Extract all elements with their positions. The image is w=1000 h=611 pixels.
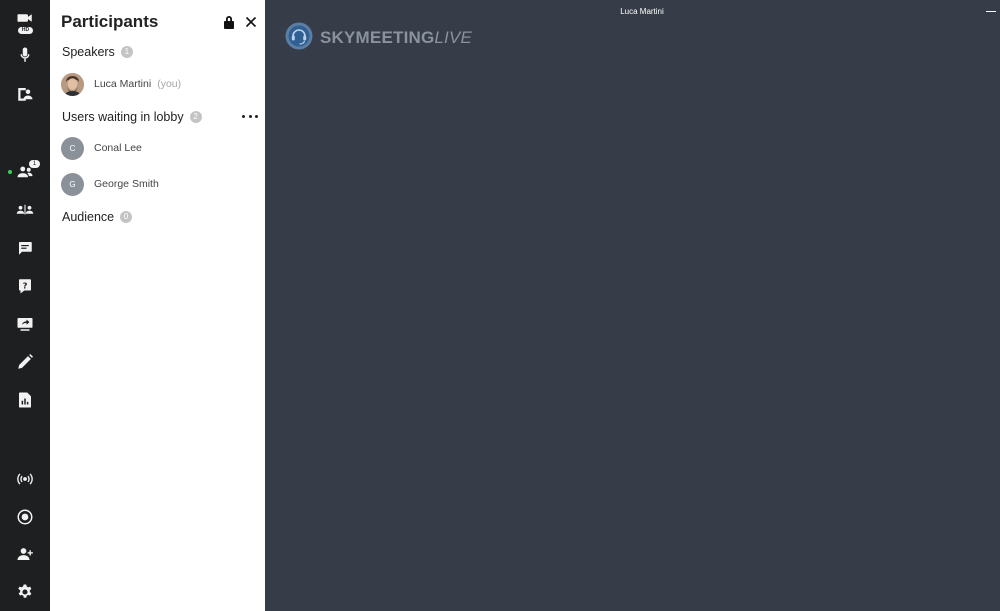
you-indicator: (you) bbox=[157, 78, 182, 90]
participant-name: Conal Lee bbox=[94, 142, 142, 154]
participants-panel: Participants Speakers 1 Luca Martini (yo… bbox=[50, 0, 265, 611]
lobby-label: Users waiting in lobby bbox=[62, 110, 184, 124]
participant-name: Luca Martini bbox=[94, 78, 152, 90]
lobby-section-header: Users waiting in lobby 2 bbox=[62, 110, 202, 124]
screen-share-button[interactable] bbox=[0, 309, 50, 339]
microphone-icon bbox=[20, 47, 30, 62]
chat-button[interactable] bbox=[0, 233, 50, 263]
speakers-section-header: Speakers 1 bbox=[62, 45, 133, 59]
contacts-button[interactable] bbox=[0, 79, 50, 109]
broadcast-icon bbox=[17, 473, 33, 485]
settings-button[interactable] bbox=[0, 577, 50, 607]
skymeeting-logo-text: SKYMEETINGLIVE bbox=[320, 28, 473, 47]
speakers-label: Speakers bbox=[62, 45, 115, 59]
active-indicator bbox=[8, 170, 12, 174]
chat-icon bbox=[19, 242, 32, 255]
audience-section-header: Audience 0 bbox=[62, 210, 133, 224]
invite-user-button[interactable] bbox=[0, 539, 50, 569]
record-button[interactable] bbox=[0, 502, 50, 532]
svg-text:?: ? bbox=[23, 280, 28, 290]
lobby-row-conal-lee[interactable]: C Conal Lee bbox=[61, 136, 142, 160]
participant-name: George Smith bbox=[94, 178, 159, 190]
hd-badge: HD bbox=[18, 27, 33, 34]
video-camera-icon bbox=[17, 14, 32, 22]
current-user-name: Luca Martini bbox=[620, 7, 664, 16]
screen-share-icon bbox=[17, 318, 33, 331]
close-icon[interactable] bbox=[244, 14, 258, 30]
gear-icon bbox=[18, 584, 32, 598]
avatar-photo bbox=[61, 72, 84, 96]
lobby-count: 2 bbox=[189, 111, 202, 123]
audience-label: Audience bbox=[62, 210, 115, 224]
avatar: G bbox=[61, 172, 84, 196]
broadcast-button[interactable] bbox=[0, 464, 50, 494]
more-options-icon[interactable] bbox=[242, 110, 258, 122]
minimize-button[interactable] bbox=[984, 5, 998, 15]
contact-card-icon bbox=[18, 88, 33, 101]
microphone-button[interactable] bbox=[0, 40, 50, 70]
whiteboard-button[interactable] bbox=[0, 347, 50, 377]
add-user-icon bbox=[17, 548, 33, 560]
avatar: C bbox=[61, 136, 84, 160]
panel-title: Participants bbox=[61, 12, 159, 31]
question-icon: ? bbox=[19, 279, 31, 294]
participants-count-badge: 1 bbox=[29, 160, 40, 168]
speakers-count: 1 bbox=[120, 46, 133, 58]
left-toolbar: HD 1 ? bbox=[0, 0, 50, 611]
avatar bbox=[61, 72, 84, 96]
report-icon bbox=[19, 392, 31, 408]
audience-count: 0 bbox=[120, 211, 133, 223]
reports-button[interactable] bbox=[0, 385, 50, 415]
pencil-icon bbox=[18, 353, 34, 369]
breakout-rooms-icon bbox=[16, 204, 34, 215]
lock-icon[interactable] bbox=[222, 14, 236, 30]
record-icon bbox=[17, 509, 33, 525]
questions-button[interactable]: ? bbox=[0, 271, 50, 301]
participant-row-luca-martini[interactable]: Luca Martini (you) bbox=[61, 72, 181, 96]
lobby-row-george-smith[interactable]: G George Smith bbox=[61, 172, 159, 196]
breakout-rooms-button[interactable] bbox=[0, 195, 50, 225]
skymeeting-logo-icon bbox=[285, 22, 313, 50]
